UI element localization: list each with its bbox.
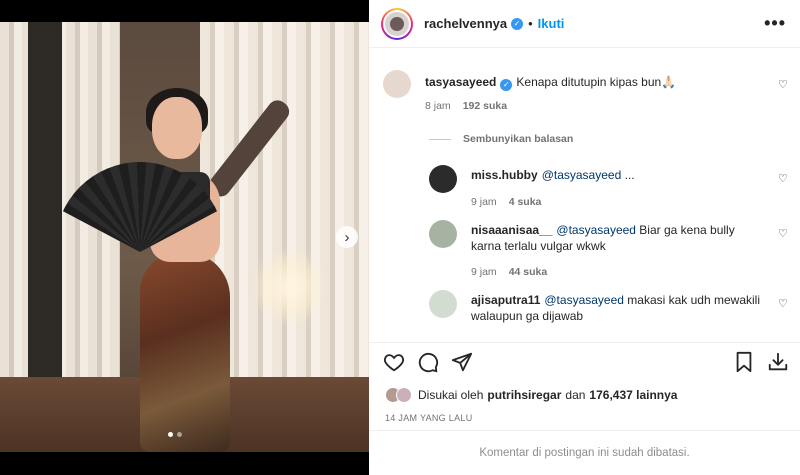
comment-time: 8 jam: [425, 100, 451, 112]
more-options-icon[interactable]: •••: [764, 13, 786, 34]
comment-username[interactable]: miss.hubby: [471, 168, 538, 182]
person-head: [152, 97, 202, 159]
download-icon[interactable]: [767, 351, 789, 373]
avatar[interactable]: [396, 387, 412, 403]
reply: ajisaputra11 @tasyasayeed makasi kak udh …: [429, 290, 771, 324]
liked-by: Disukai oleh putrihsiregar dan 176,437 l…: [385, 387, 677, 403]
comment-meta: 9 jam 4 suka: [471, 196, 541, 208]
action-bar: [369, 342, 800, 382]
comment-username[interactable]: nisaaanisaa__: [471, 223, 552, 237]
comment-likes[interactable]: 192 suka: [463, 100, 507, 112]
comment-username[interactable]: ajisaputra11: [471, 293, 540, 307]
post-media: ›: [0, 0, 369, 475]
comment-icon[interactable]: [417, 351, 439, 373]
mention-link[interactable]: @tasyasayeed: [544, 293, 624, 307]
comment-text: Kenapa ditutupin kipas bun🙏🏻: [516, 75, 677, 89]
liked-middle: dan: [565, 388, 586, 402]
comment-likes[interactable]: 44 suka: [509, 266, 548, 278]
comment-time: 9 jam: [471, 266, 497, 278]
comment-username[interactable]: tasyasayeed: [425, 75, 496, 89]
follow-button[interactable]: Ikuti: [538, 16, 565, 31]
post-header: rachelvennya ✓ • Ikuti •••: [369, 0, 800, 48]
comment-text: ...: [621, 168, 635, 182]
bookmark-icon[interactable]: [733, 351, 755, 373]
avatar[interactable]: [429, 290, 457, 318]
heart-icon[interactable]: ♡: [778, 172, 788, 185]
heart-icon[interactable]: ♡: [778, 297, 788, 310]
post-panel: rachelvennya ✓ • Ikuti ••• tasyasayeed ✓ K…: [369, 0, 800, 475]
reply: nisaaanisaa__ @tasyasayeed Biar ga kena b…: [429, 220, 761, 254]
mention-link[interactable]: @tasyasayeed: [542, 168, 622, 182]
liked-prefix: Disukai oleh: [418, 388, 484, 402]
hide-replies-button[interactable]: Sembunyikan balasan: [429, 133, 573, 145]
avatar[interactable]: [383, 70, 411, 98]
comment-meta: 9 jam 44 suka: [471, 266, 547, 278]
heart-icon[interactable]: [383, 351, 405, 373]
heart-icon[interactable]: ♡: [778, 78, 788, 91]
avatar[interactable]: [429, 220, 457, 248]
comment-time: 9 jam: [471, 196, 497, 208]
reply: miss.hubby @tasyasayeed ...: [429, 165, 751, 193]
liked-count[interactable]: 176,437 lainnya: [589, 388, 677, 402]
lamp-glow: [250, 247, 330, 327]
comment-likes[interactable]: 4 suka: [509, 196, 542, 208]
author-avatar[interactable]: [381, 7, 413, 40]
post-time: 14 JAM YANG LALU: [385, 413, 473, 423]
post-photo: [0, 22, 369, 452]
carousel-dot: [177, 432, 182, 437]
author-username[interactable]: rachelvennya: [424, 16, 507, 31]
verified-icon: ✓: [511, 17, 524, 30]
heart-icon[interactable]: ♡: [778, 227, 788, 240]
chevron-right-icon[interactable]: ›: [336, 226, 358, 248]
share-icon[interactable]: [451, 351, 473, 373]
instagram-post-view: › rachelvennya ✓ • Ikuti ••• tasyasayeed…: [0, 0, 800, 475]
comments-disabled-notice: Komentar di postingan ini sudah dibatasi…: [369, 430, 800, 475]
hide-replies-label: Sembunyikan balasan: [463, 133, 574, 145]
person-skirt: [140, 252, 230, 452]
carousel-dots: [168, 432, 182, 437]
carousel-dot-active: [168, 432, 173, 437]
mention-link[interactable]: @tasyasayeed: [556, 223, 636, 237]
separator: •: [528, 16, 533, 31]
verified-icon: ✓: [500, 79, 513, 91]
comment: tasyasayeed ✓ Kenapa ditutupin kipas bun🙏🏻: [383, 70, 676, 98]
avatar[interactable]: [429, 165, 457, 193]
window: [28, 22, 62, 382]
comment-meta: 8 jam 192 suka: [425, 100, 507, 112]
divider: [429, 138, 451, 140]
liked-user[interactable]: putrihsiregar: [487, 388, 561, 402]
